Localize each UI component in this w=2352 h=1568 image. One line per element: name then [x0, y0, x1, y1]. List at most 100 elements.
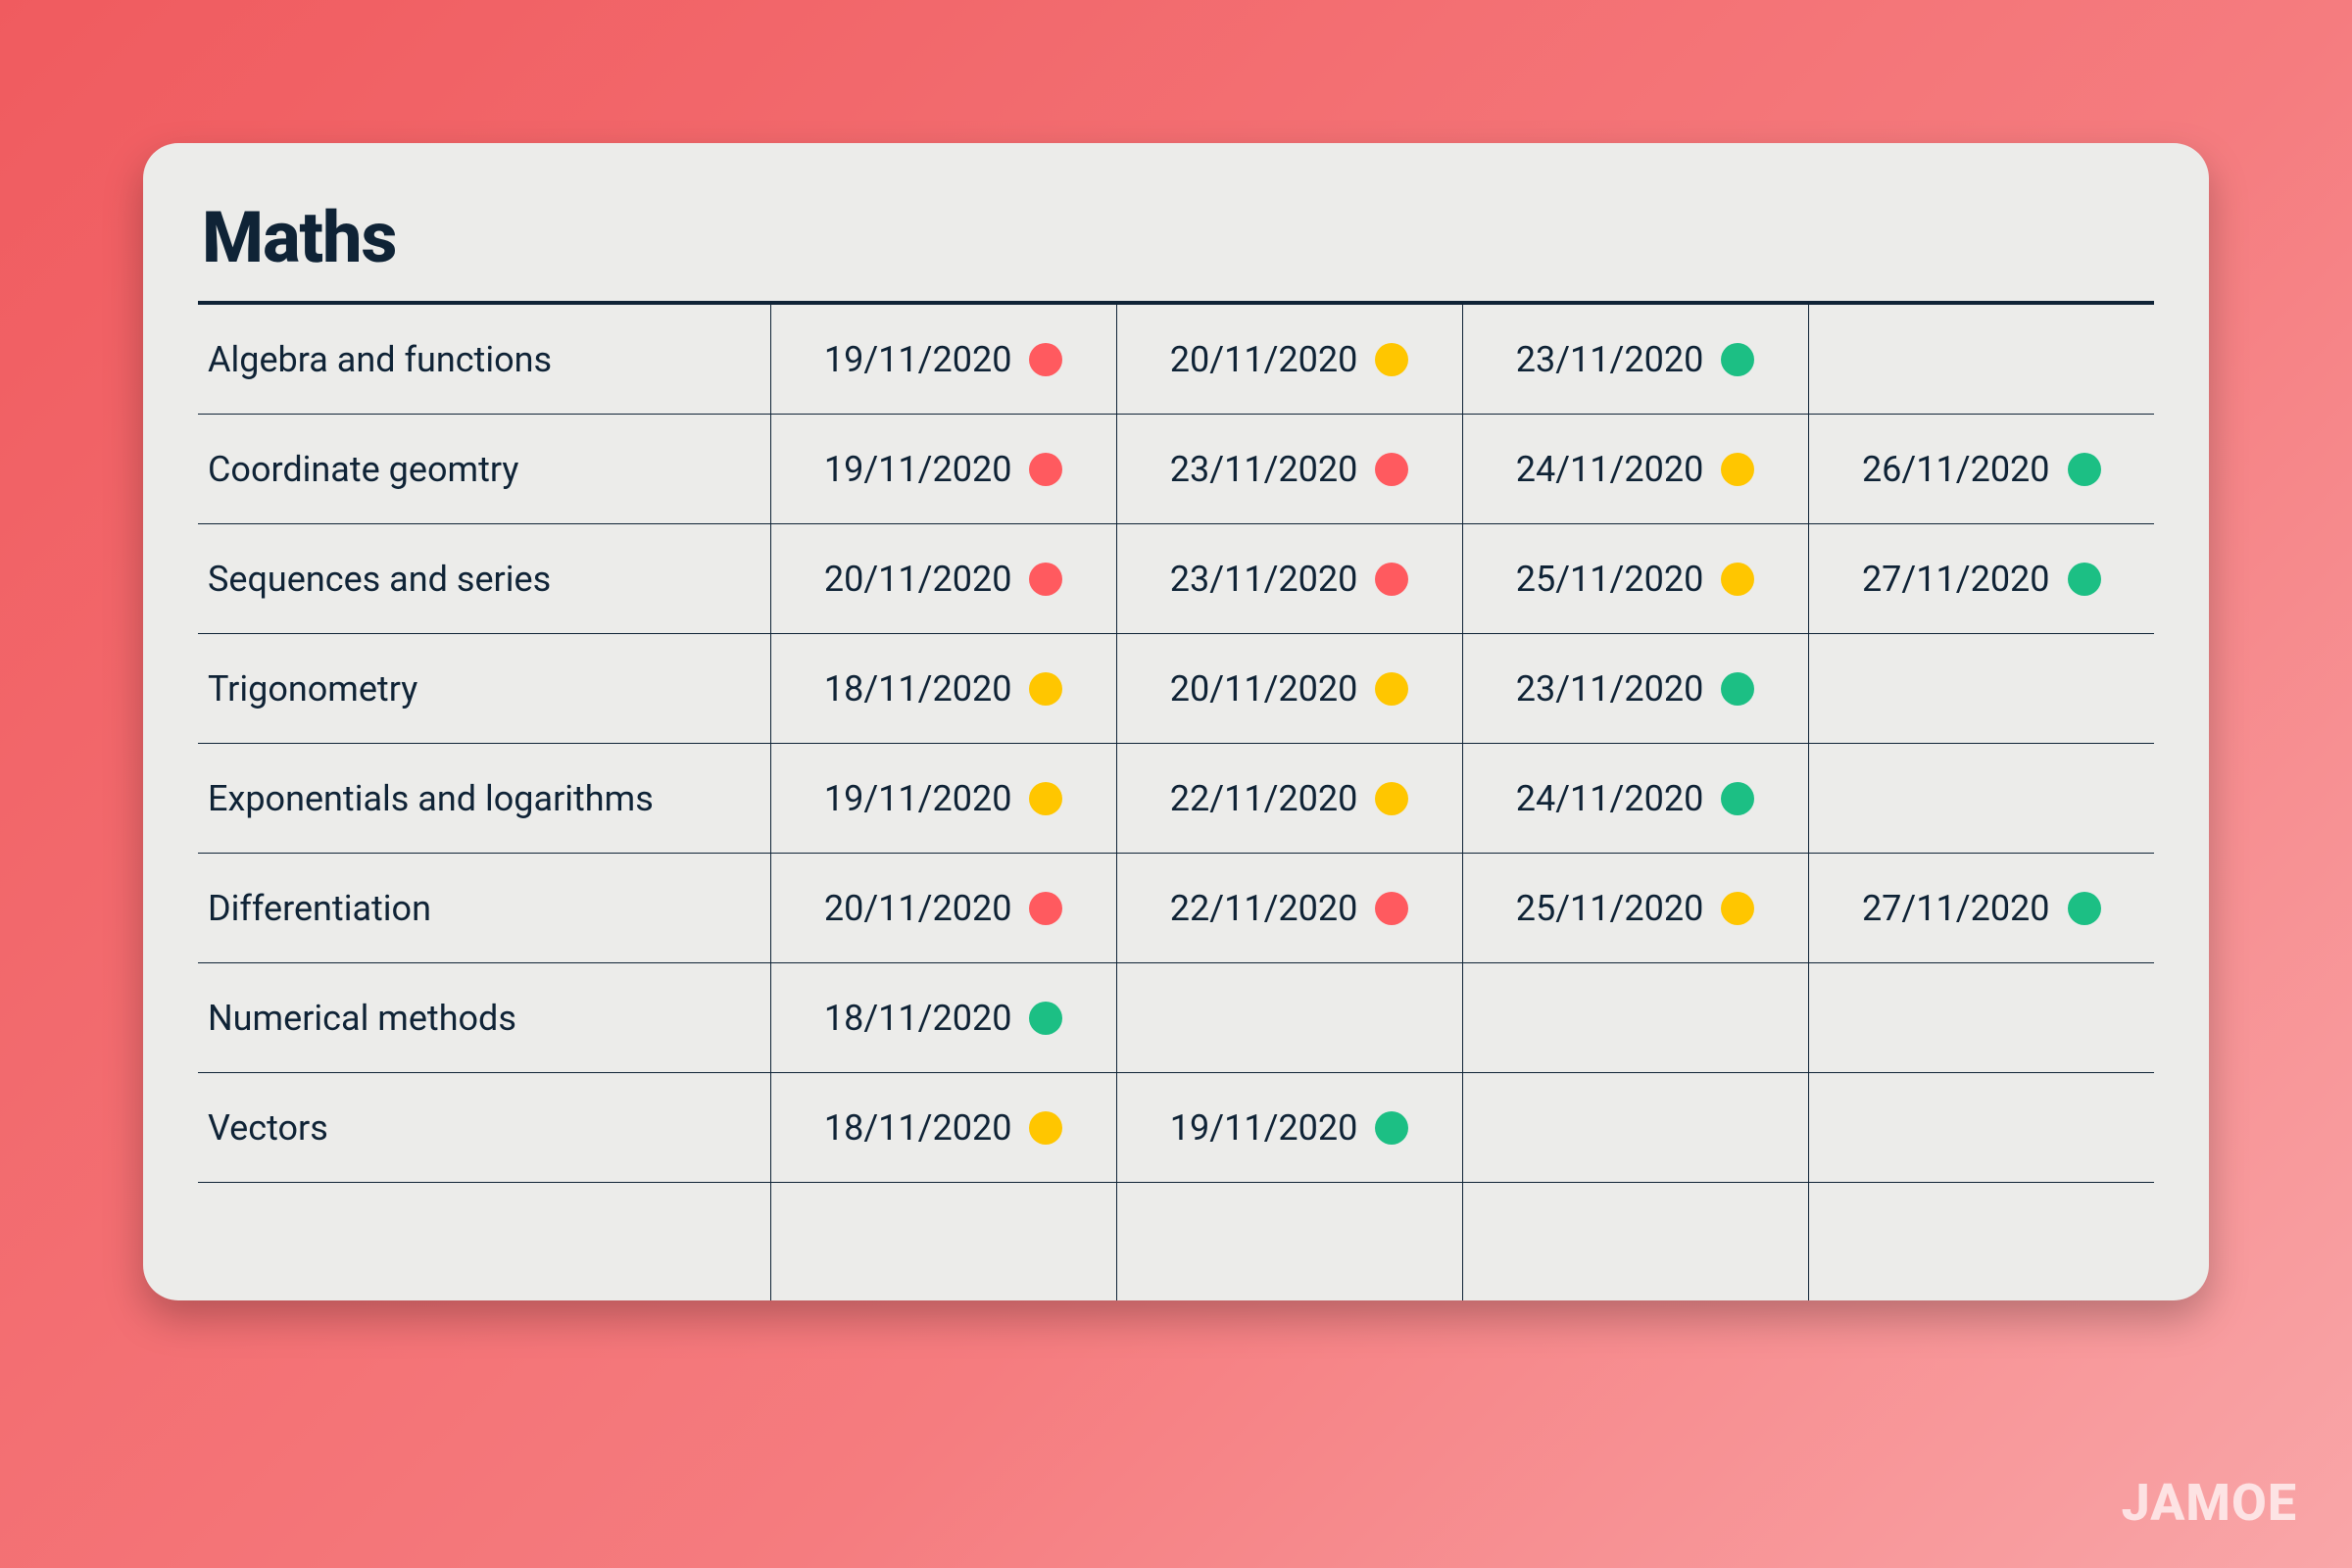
status-dot-green-icon: [2068, 892, 2101, 925]
attempt-cell: 27/11/2020: [1808, 524, 2154, 634]
attempt-cell: 26/11/2020: [1808, 415, 2154, 524]
attempt-cell: [1808, 744, 2154, 854]
attempt-cell: [1462, 1073, 1808, 1183]
attempt-date: 23/11/2020: [1170, 559, 1358, 600]
attempt-cell: 18/11/2020: [770, 634, 1116, 744]
status-dot-green-icon: [1721, 343, 1754, 376]
attempt-date: 24/11/2020: [1516, 778, 1704, 819]
attempt-date: 27/11/2020: [1862, 888, 2050, 929]
attempt-cell: [1116, 963, 1462, 1073]
attempt-date: 18/11/2020: [824, 668, 1012, 710]
attempt-cell: 20/11/2020: [1116, 305, 1462, 415]
status-dot-amber-icon: [1029, 672, 1062, 706]
table-row: Coordinate geomtry 19/11/2020 23/11/2020 24…: [198, 415, 2154, 524]
card-title: Maths: [202, 196, 2154, 279]
attempt-cell: [1808, 634, 2154, 744]
attempt-date: 23/11/2020: [1516, 339, 1704, 380]
attempt-date: 19/11/2020: [824, 778, 1012, 819]
attempt-cell: [1808, 1183, 2154, 1300]
attempt-cell: 19/11/2020: [770, 744, 1116, 854]
status-dot-red-icon: [1375, 453, 1408, 486]
status-dot-red-icon: [1375, 892, 1408, 925]
attempt-cell: 18/11/2020: [770, 963, 1116, 1073]
status-dot-amber-icon: [1029, 1111, 1062, 1145]
attempt-cell: 20/11/2020: [770, 854, 1116, 963]
attempt-cell: 25/11/2020: [1462, 524, 1808, 634]
attempt-cell: 18/11/2020: [770, 1073, 1116, 1183]
attempt-cell: 24/11/2020: [1462, 744, 1808, 854]
progress-table: Algebra and functions19/11/202020/11/202…: [198, 301, 2154, 1300]
attempt-date: 20/11/2020: [824, 559, 1012, 600]
status-dot-amber-icon: [1375, 343, 1408, 376]
status-dot-green-icon: [1721, 672, 1754, 706]
attempt-cell: [1462, 963, 1808, 1073]
attempt-date: 19/11/2020: [1170, 1107, 1358, 1149]
attempt-date: 27/11/2020: [1862, 559, 2050, 600]
attempt-cell: [1808, 305, 2154, 415]
attempt-date: 23/11/2020: [1170, 449, 1358, 490]
tracker-card: Maths Algebra and functions19/11/202020/…: [143, 143, 2209, 1300]
brand-watermark: JAMOE: [2122, 1473, 2297, 1533]
attempt-cell: [1116, 1183, 1462, 1300]
status-dot-amber-icon: [1375, 672, 1408, 706]
attempt-date: 22/11/2020: [1170, 888, 1358, 929]
status-dot-red-icon: [1029, 563, 1062, 596]
table-row: Vectors 18/11/2020 19/11/2020: [198, 1073, 2154, 1183]
table-row: Algebra and functions19/11/202020/11/202…: [198, 305, 2154, 415]
status-dot-amber-icon: [1721, 563, 1754, 596]
attempt-cell: 19/11/2020: [770, 305, 1116, 415]
topic-cell: [198, 1183, 770, 1300]
attempt-cell: 25/11/2020: [1462, 854, 1808, 963]
attempt-cell: [770, 1183, 1116, 1300]
attempt-cell: 19/11/2020: [770, 415, 1116, 524]
table-row: Trigonometry 18/11/2020 20/11/2020 23/11/20…: [198, 634, 2154, 744]
status-dot-red-icon: [1029, 343, 1062, 376]
attempt-date: 23/11/2020: [1516, 668, 1704, 710]
status-dot-amber-icon: [1721, 453, 1754, 486]
table-row: Numerical methods 18/11/2020: [198, 963, 2154, 1073]
attempt-cell: [1808, 963, 2154, 1073]
status-dot-amber-icon: [1375, 782, 1408, 815]
attempt-cell: 23/11/2020: [1116, 415, 1462, 524]
attempt-date: 19/11/2020: [824, 449, 1012, 490]
attempt-cell: 19/11/2020: [1116, 1073, 1462, 1183]
status-dot-amber-icon: [1029, 782, 1062, 815]
status-dot-amber-icon: [1721, 892, 1754, 925]
status-dot-red-icon: [1375, 563, 1408, 596]
status-dot-red-icon: [1029, 892, 1062, 925]
topic-cell: Numerical methods: [198, 963, 770, 1073]
attempt-date: 20/11/2020: [824, 888, 1012, 929]
table-row: [198, 1183, 2154, 1300]
topic-cell: Trigonometry: [198, 634, 770, 744]
attempt-cell: [1462, 1183, 1808, 1300]
status-dot-green-icon: [1375, 1111, 1408, 1145]
attempt-date: 22/11/2020: [1170, 778, 1358, 819]
topic-cell: Differentiation: [198, 854, 770, 963]
table-row: Exponentials and logarithms 19/11/2020 22/…: [198, 744, 2154, 854]
attempt-cell: 23/11/2020: [1462, 634, 1808, 744]
attempt-cell: 24/11/2020: [1462, 415, 1808, 524]
status-dot-green-icon: [1029, 1002, 1062, 1035]
topic-cell: Vectors: [198, 1073, 770, 1183]
attempt-date: 18/11/2020: [824, 998, 1012, 1039]
attempt-date: 25/11/2020: [1516, 559, 1704, 600]
attempt-date: 20/11/2020: [1170, 668, 1358, 710]
attempt-date: 18/11/2020: [824, 1107, 1012, 1149]
status-dot-green-icon: [1721, 782, 1754, 815]
attempt-cell: 23/11/2020: [1462, 305, 1808, 415]
attempt-cell: 27/11/2020: [1808, 854, 2154, 963]
topic-cell: Coordinate geomtry: [198, 415, 770, 524]
attempt-cell: [1808, 1073, 2154, 1183]
attempt-date: 26/11/2020: [1862, 449, 2050, 490]
attempt-cell: 20/11/2020: [1116, 634, 1462, 744]
table-row: Sequences and series 20/11/2020 23/11/2020…: [198, 524, 2154, 634]
attempt-date: 24/11/2020: [1516, 449, 1704, 490]
attempt-cell: 22/11/2020: [1116, 854, 1462, 963]
attempt-cell: 20/11/2020: [770, 524, 1116, 634]
status-dot-red-icon: [1029, 453, 1062, 486]
attempt-date: 19/11/2020: [824, 339, 1012, 380]
topic-cell: Sequences and series: [198, 524, 770, 634]
status-dot-green-icon: [2068, 453, 2101, 486]
topic-cell: Exponentials and logarithms: [198, 744, 770, 854]
status-dot-green-icon: [2068, 563, 2101, 596]
